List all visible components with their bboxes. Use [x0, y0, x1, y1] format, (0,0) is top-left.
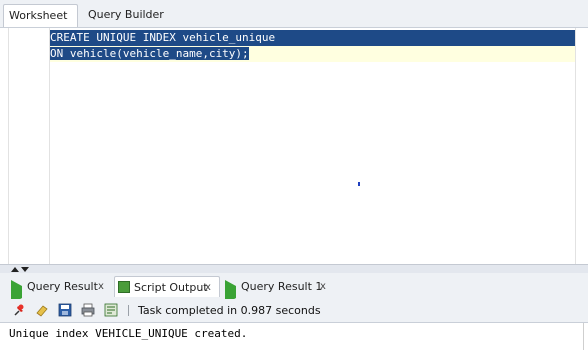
editor-gutter	[8, 28, 50, 264]
script-icon[interactable]	[104, 303, 118, 317]
result-tab-bar: Query Result x Script Output x Query Res…	[0, 273, 588, 304]
script-output-icon	[118, 281, 130, 293]
tab-script-output[interactable]: Script Output x	[114, 276, 220, 297]
editor-marker	[358, 182, 360, 186]
tab-worksheet[interactable]: Worksheet	[3, 4, 78, 27]
code-line-2-text: ON vehicle(vehicle_name,city);	[50, 47, 249, 60]
pin-icon[interactable]	[12, 303, 26, 317]
editor-right-border	[575, 28, 576, 264]
collapse-down-icon[interactable]	[21, 267, 29, 272]
output-message: Unique index VEHICLE_UNIQUE created.	[9, 327, 248, 340]
output-toolbar: Task completed in 0.987 seconds	[0, 299, 588, 323]
worksheet-tab-bar: Worksheet Query Builder	[0, 0, 588, 28]
tab-query-result[interactable]: Query Result x	[8, 276, 112, 304]
close-tab-query-result[interactable]: x	[98, 276, 104, 297]
print-icon[interactable]	[81, 303, 95, 317]
save-icon[interactable]	[58, 303, 72, 317]
tab-query-result-1-label: Query Result 1	[241, 280, 323, 293]
eraser-icon[interactable]	[35, 303, 49, 317]
task-status-text: Task completed in 0.987 seconds	[138, 304, 321, 317]
output-right-border	[583, 323, 584, 350]
toolbar-separator	[128, 305, 129, 316]
close-tab-query-result-1[interactable]: x	[320, 276, 326, 297]
collapse-up-icon[interactable]	[11, 267, 19, 272]
code-line-2[interactable]: ON vehicle(vehicle_name,city);	[50, 46, 575, 62]
code-line-1[interactable]: CREATE UNIQUE INDEX vehicle_unique	[50, 30, 575, 46]
script-output-pane[interactable]: Unique index VEHICLE_UNIQUE created.	[0, 323, 588, 350]
tab-script-output-label: Script Output	[134, 281, 208, 294]
close-tab-script-output[interactable]: x	[205, 277, 211, 298]
tab-query-builder[interactable]: Query Builder	[84, 4, 168, 26]
sql-editor[interactable]: CREATE UNIQUE INDEX vehicle_unique ON ve…	[0, 28, 588, 264]
tab-query-result-1[interactable]: Query Result 1 x	[222, 276, 334, 304]
tab-query-result-label: Query Result	[27, 280, 98, 293]
